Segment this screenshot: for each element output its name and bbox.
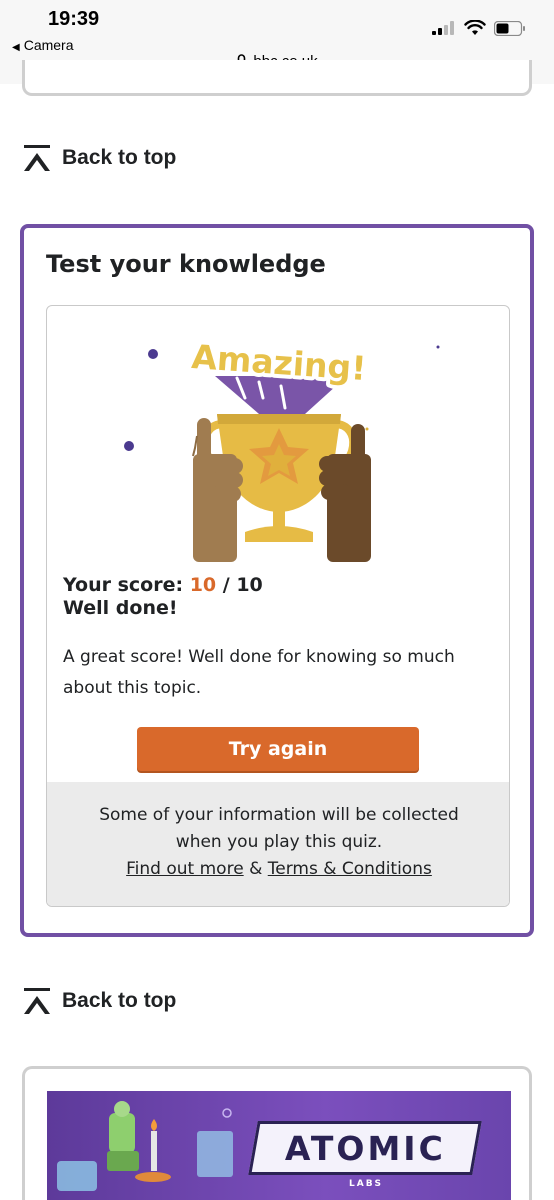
trophy-illustration: Amazing!	[47, 333, 509, 568]
atomic-labs-banner[interactable]: ATOMIC LABS	[47, 1091, 511, 1200]
back-to-top-icon	[24, 988, 50, 1014]
status-time: 19:39	[48, 8, 100, 30]
amazing-banner: Amazing!	[186, 333, 371, 392]
quiz-card: Test your knowledge Amazing! Your score:…	[20, 224, 534, 937]
status-icons	[432, 20, 526, 36]
labs-text: LABS	[349, 1179, 384, 1189]
decor-dot	[365, 427, 369, 431]
info-text-line2: when you play this quiz.	[175, 832, 383, 852]
back-to-top-label: Back to top	[62, 989, 177, 1012]
ampersand-text: &	[249, 859, 263, 879]
find-out-more-link[interactable]: Find out more	[126, 859, 244, 879]
decor-dot	[148, 349, 158, 359]
back-to-top-icon	[24, 145, 50, 171]
back-to-app-link[interactable]: ◀ Camera	[12, 37, 74, 53]
result-description: A great score! Well done for knowing so …	[63, 647, 455, 698]
decor-dot	[124, 441, 134, 451]
decor-dot	[436, 345, 440, 349]
quiz-title: Test your knowledge	[46, 250, 326, 278]
score-total: / 10	[222, 574, 263, 596]
wifi-icon	[464, 20, 486, 35]
back-to-top-label: Back to top	[62, 146, 177, 169]
score-message: Well done!	[63, 597, 178, 619]
atomic-logo-text: ATOMIC	[284, 1128, 446, 1168]
terms-link[interactable]: Terms & Conditions	[268, 859, 432, 879]
back-to-top-link[interactable]: Back to top	[24, 988, 176, 1014]
lab-equipment-illustration	[57, 1101, 233, 1191]
info-text-line1: Some of your information will be collect…	[99, 805, 459, 825]
atomic-logo: ATOMIC	[248, 1121, 482, 1175]
back-triangle-icon: ◀	[12, 42, 20, 53]
info-links: Find out more & Terms & Conditions	[47, 856, 509, 883]
battery-icon	[494, 20, 525, 36]
atomic-labs-card[interactable]: ATOMIC LABS	[22, 1066, 532, 1200]
quiz-result-panel: Amazing! Your score: 10 / 10 Well done! …	[46, 305, 510, 907]
info-panel: Some of your information will be collect…	[47, 782, 509, 906]
score-label: Your score:	[63, 574, 184, 596]
score-value: 10	[189, 574, 217, 596]
score-block: Your score: 10 / 10 Well done!	[63, 574, 263, 620]
back-to-top-link[interactable]: Back to top	[24, 145, 176, 171]
try-again-button[interactable]: Try again	[137, 727, 419, 771]
back-app-label: Camera	[23, 37, 74, 53]
amazing-text: Amazing!	[190, 337, 367, 388]
score-line: Your score: 10 / 10	[63, 574, 263, 597]
signal-icon	[432, 21, 454, 35]
previous-card-edge	[22, 60, 532, 96]
